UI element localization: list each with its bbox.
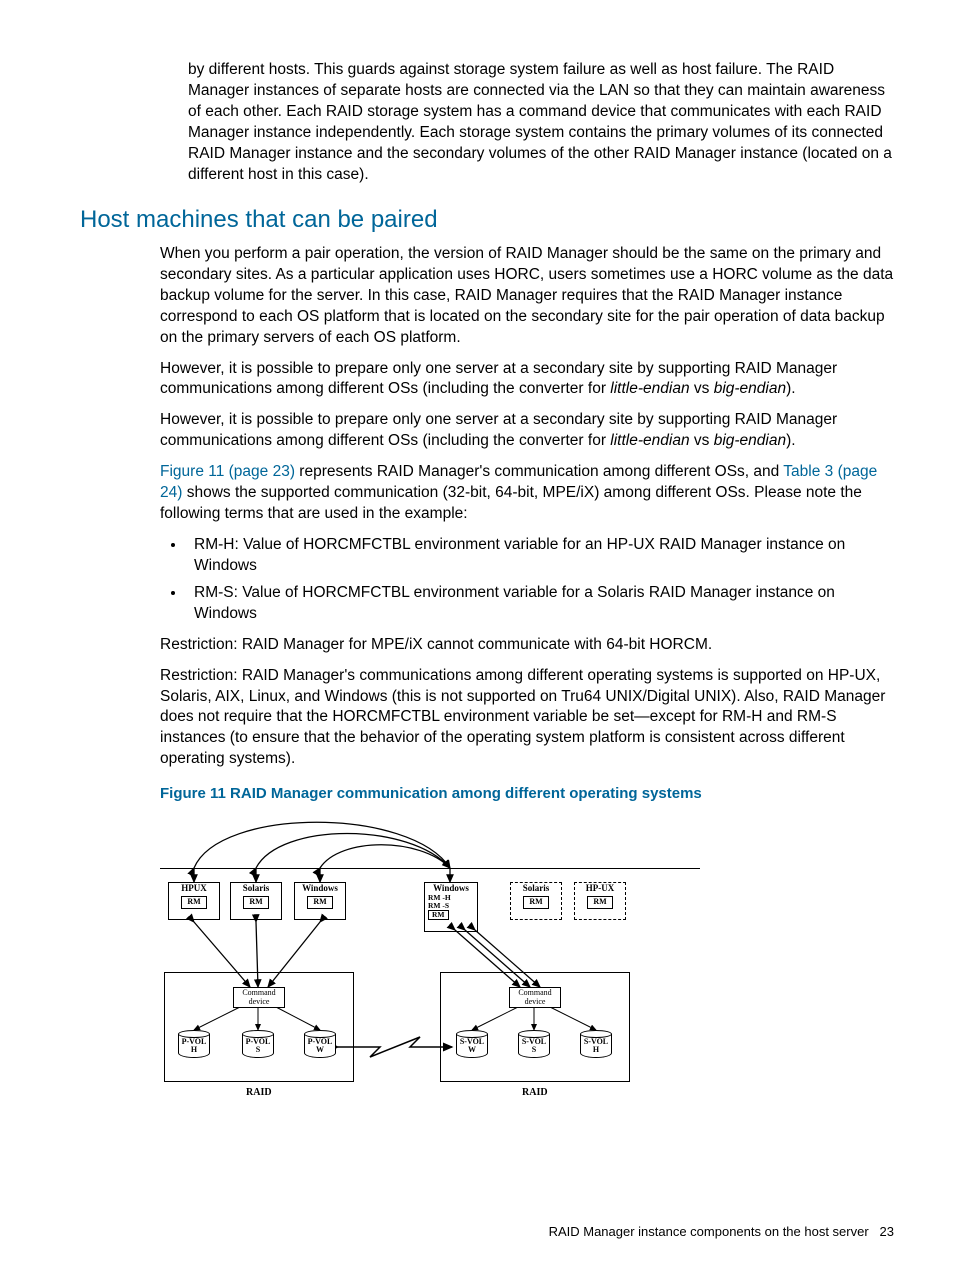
intro-paragraph: by different hosts. This guards against … [188, 60, 894, 186]
figure-11-diagram: HPUX RM Solaris RM Windows RM Windows RM… [160, 812, 700, 1112]
para-5: Restriction: RAID Manager for MPE/iX can… [160, 635, 894, 656]
page-footer: RAID Manager instance components on the … [549, 1223, 894, 1241]
para-3: However, it is possible to prepare only … [160, 410, 894, 452]
section-heading: Host machines that can be paired [80, 204, 894, 236]
bullet-list: RM-H: Value of HORCMFCTBL environment va… [160, 535, 894, 625]
para-1: When you perform a pair operation, the v… [160, 244, 894, 349]
bullet-item-1: RM-H: Value of HORCMFCTBL environment va… [186, 535, 894, 577]
figure-11-title: Figure 11 RAID Manager communication amo… [160, 784, 894, 804]
figure-11-link[interactable]: Figure 11 (page 23) [160, 463, 295, 480]
para-4: Figure 11 (page 23) represents RAID Mana… [160, 462, 894, 525]
para-6: Restriction: RAID Manager's communicatio… [160, 666, 894, 771]
bullet-item-2: RM-S: Value of HORCMFCTBL environment va… [186, 583, 894, 625]
para-2: However, it is possible to prepare only … [160, 359, 894, 401]
